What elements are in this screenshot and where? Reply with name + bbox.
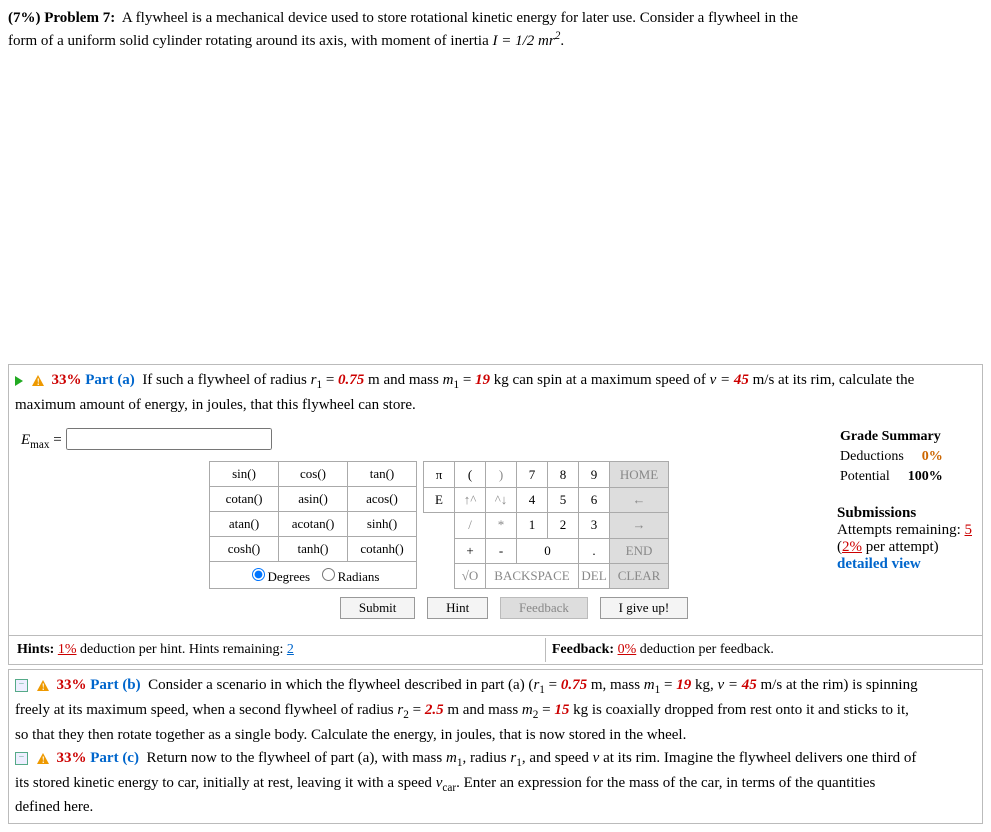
key-home[interactable]: HOME: [610, 462, 669, 487]
key-backspace[interactable]: BACKSPACE: [486, 563, 579, 588]
key-up[interactable]: ↑^: [455, 487, 486, 512]
collapse-icon[interactable]: −: [15, 752, 28, 765]
key-cos[interactable]: cos(): [279, 462, 348, 487]
key-sin[interactable]: sin(): [210, 462, 279, 487]
key-clear[interactable]: CLEAR: [610, 563, 669, 588]
key-cotan[interactable]: cotan(): [210, 487, 279, 512]
submissions-heading: Submissions: [837, 505, 972, 522]
key-cosh[interactable]: cosh(): [210, 537, 279, 562]
key-minus[interactable]: -: [486, 538, 517, 563]
key-tanh[interactable]: tanh(): [279, 537, 348, 562]
summary-heading: Grade Summary: [839, 428, 944, 446]
part-a-box: 33% Part (a) If such a flywheel of radiu…: [8, 364, 983, 665]
problem-text2: form of a uniform solid cylinder rotatin…: [8, 33, 492, 49]
key-9[interactable]: 9: [579, 462, 610, 487]
warning-icon: [32, 375, 45, 386]
hint-button[interactable]: Hint: [427, 597, 488, 619]
action-buttons: Submit Hint Feedback I give up!: [209, 589, 819, 627]
key-tan[interactable]: tan(): [348, 462, 417, 487]
key-dot[interactable]: .: [579, 538, 610, 563]
warning-icon: [37, 680, 50, 691]
key-pi[interactable]: π: [424, 462, 455, 487]
key-upr[interactable]: ^↓: [486, 487, 517, 512]
key-ast[interactable]: *: [486, 513, 517, 538]
key-5[interactable]: 5: [548, 487, 579, 512]
part-a-header: 33% Part (a) If such a flywheel of radiu…: [9, 365, 982, 420]
key-7[interactable]: 7: [517, 462, 548, 487]
problem-percent: (7%): [8, 10, 41, 26]
keypad-area: sin()cos()tan() cotan()asin()acos() atan…: [9, 459, 827, 635]
key-sqrt[interactable]: √O: [455, 563, 486, 588]
key-acos[interactable]: acos(): [348, 487, 417, 512]
problem-text1: A flywheel is a mechanical device used t…: [122, 10, 798, 26]
detailed-view-link[interactable]: detailed view: [837, 556, 921, 572]
part-b-box: − 33% Part (b) Consider a scenario in wh…: [8, 669, 983, 824]
key-cotanh[interactable]: cotanh(): [348, 537, 417, 562]
key-3[interactable]: 3: [579, 513, 610, 538]
key-end[interactable]: END: [610, 538, 669, 563]
key-asin[interactable]: asin(): [279, 487, 348, 512]
function-pad: sin()cos()tan() cotan()asin()acos() atan…: [209, 461, 417, 562]
giveup-button[interactable]: I give up!: [600, 597, 689, 619]
key-4[interactable]: 4: [517, 487, 548, 512]
key-0[interactable]: 0: [517, 538, 579, 563]
number-pad: π()789HOME E↑^^↓456← /*123→ +-0.END √OBA…: [423, 461, 669, 589]
collapse-icon[interactable]: −: [15, 679, 28, 692]
radians-radio[interactable]: [322, 568, 335, 581]
key-atan[interactable]: atan(): [210, 512, 279, 537]
problem-header: (7%) Problem 7: A flywheel is a mechanic…: [8, 8, 983, 52]
degrees-radio[interactable]: [252, 568, 265, 581]
grade-summary: Grade Summary Deductions0% Potential100%…: [827, 420, 982, 635]
figure-area: [8, 60, 983, 360]
answer-input[interactable]: [66, 428, 272, 450]
key-sinh[interactable]: sinh(): [348, 512, 417, 537]
key-8[interactable]: 8: [548, 462, 579, 487]
submit-button[interactable]: Submit: [340, 597, 416, 619]
key-plus[interactable]: +: [455, 538, 486, 563]
key-6[interactable]: 6: [579, 487, 610, 512]
hints-feedback-row: Hints: 1% deduction per hint. Hints rema…: [9, 635, 982, 664]
key-left[interactable]: ←: [610, 487, 669, 512]
key-right[interactable]: →: [610, 513, 669, 538]
answer-row: Emax =: [9, 420, 827, 459]
problem-label: Problem 7:: [44, 10, 115, 26]
key-1[interactable]: 1: [517, 513, 548, 538]
key-acotan[interactable]: acotan(): [279, 512, 348, 537]
key-rparen[interactable]: ): [486, 462, 517, 487]
key-lparen[interactable]: (: [455, 462, 486, 487]
expand-icon[interactable]: [15, 376, 23, 386]
key-slash[interactable]: /: [455, 513, 486, 538]
feedback-button[interactable]: Feedback: [500, 597, 588, 619]
key-2[interactable]: 2: [548, 513, 579, 538]
key-e[interactable]: E: [424, 487, 455, 512]
warning-icon: [37, 753, 50, 764]
key-del[interactable]: DEL: [579, 563, 610, 588]
angle-mode: Degrees Radians: [209, 562, 417, 589]
